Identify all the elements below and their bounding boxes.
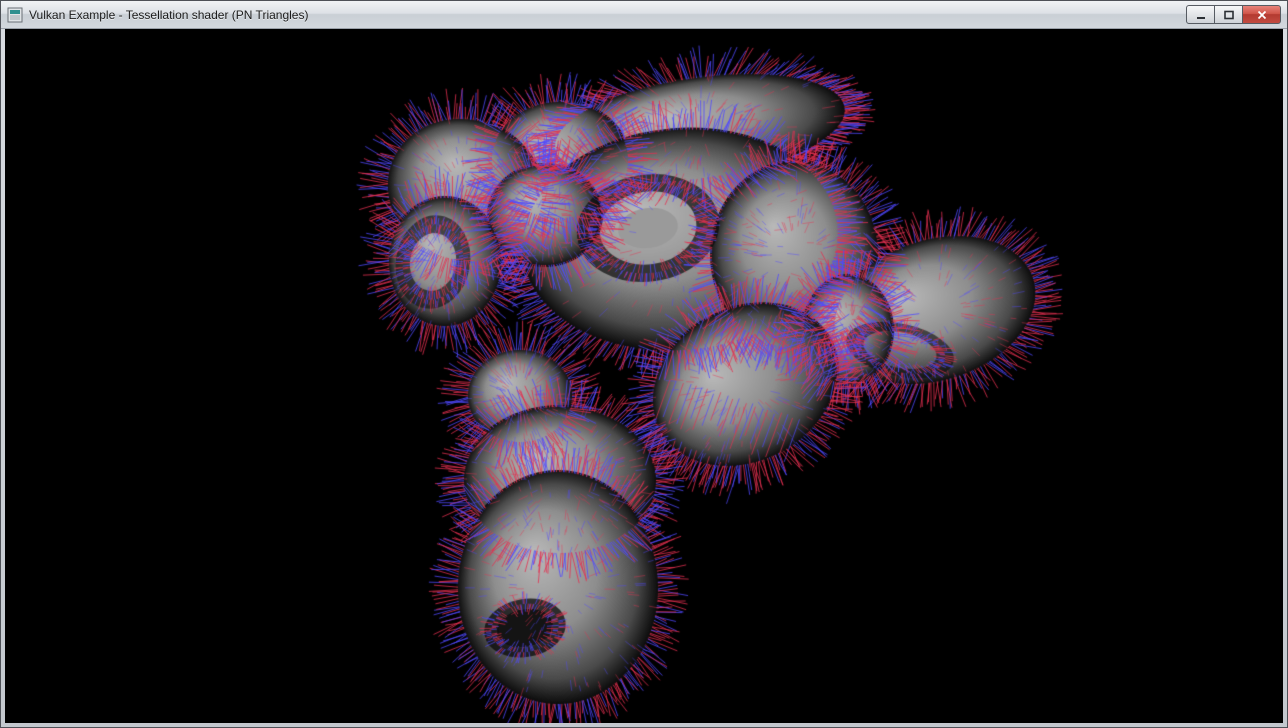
minimize-button[interactable]	[1186, 5, 1215, 24]
maximize-icon	[1223, 9, 1235, 21]
app-icon[interactable]	[7, 7, 23, 23]
render-canvas[interactable]	[5, 29, 1283, 723]
minimize-icon	[1195, 9, 1207, 21]
window-title: Vulkan Example - Tessellation shader (PN…	[29, 8, 1186, 22]
viewport	[5, 29, 1283, 723]
title-bar[interactable]: Vulkan Example - Tessellation shader (PN…	[1, 1, 1287, 29]
app-window: Vulkan Example - Tessellation shader (PN…	[0, 0, 1288, 728]
close-icon	[1256, 9, 1268, 21]
close-button[interactable]	[1242, 5, 1281, 24]
window-controls	[1186, 5, 1281, 24]
vulkan-app-icon	[7, 7, 23, 23]
maximize-button[interactable]	[1214, 5, 1243, 24]
